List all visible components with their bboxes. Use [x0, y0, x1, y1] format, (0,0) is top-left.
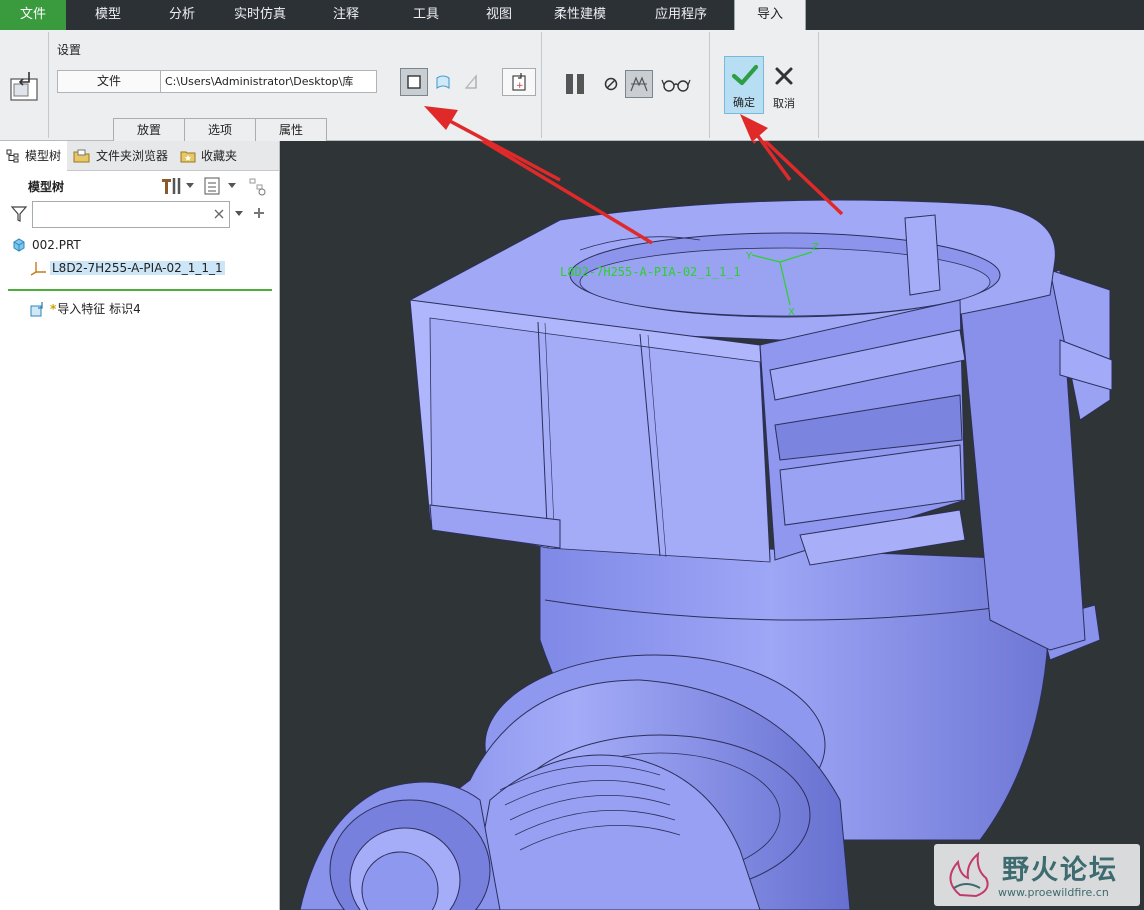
chevron-down-icon[interactable]: [228, 183, 236, 189]
watermark: 野火论坛 www.proewildfire.cn: [934, 844, 1140, 906]
solid-icon: [407, 75, 421, 89]
import-options-button[interactable]: +: [502, 68, 536, 96]
ok-button[interactable]: 确定: [724, 56, 764, 114]
tree-item-part-label: 002.PRT: [32, 238, 81, 252]
chevron-down-icon[interactable]: [186, 183, 194, 189]
tab-view[interactable]: 视图: [466, 0, 532, 30]
import-document-icon: +: [512, 73, 526, 91]
tab-applications[interactable]: 应用程序: [628, 0, 734, 30]
filter-icon[interactable]: [10, 205, 28, 223]
no-preview-button[interactable]: [597, 70, 625, 98]
tab-placement[interactable]: 放置: [113, 118, 185, 141]
solid-type-button[interactable]: [400, 68, 428, 96]
quilt-type-button[interactable]: [457, 68, 485, 96]
ribbon-separator: [541, 32, 542, 138]
glasses-icon: [661, 79, 691, 92]
add-icon[interactable]: [253, 207, 265, 219]
axis-x-label: X: [788, 307, 795, 318]
ribbon-separator: [818, 32, 819, 138]
import-icon[interactable]: [9, 70, 41, 102]
import-feature-icon: [30, 301, 43, 316]
axis-y-label: Y: [745, 251, 753, 262]
tab-analysis[interactable]: 分析: [150, 0, 214, 30]
ok-label: 确定: [733, 96, 755, 109]
tree-item-csys-label: L8D2-7H255-A-PIA-02_1_1_1: [50, 261, 225, 275]
chevron-down-icon[interactable]: [235, 211, 243, 217]
model-tree-panel: 模型树 文件夹浏览器 收藏夹 模型树 002.PRT L8D2-7H255-A-…: [0, 141, 280, 910]
part-icon: [13, 238, 25, 252]
tree-item-import-feature[interactable]: * 导入特征 标识4: [30, 300, 141, 317]
favorites-icon: [180, 151, 196, 163]
tab-model-tree-label: 模型树: [25, 149, 62, 163]
subtab-strip: 放置 选项 属性: [113, 118, 327, 141]
file-path-field[interactable]: C:\Users\Administrator\Desktop\库: [161, 70, 377, 93]
settings-group-label: 设置: [57, 43, 82, 57]
tab-options[interactable]: 选项: [184, 118, 256, 141]
axis-z-label: Z: [812, 242, 819, 253]
svg-text:+: +: [516, 81, 524, 91]
surface-icon: [436, 75, 450, 90]
geometry-preview-icon: [630, 76, 648, 92]
tree-item-part[interactable]: 002.PRT: [12, 238, 81, 252]
geometry-preview-button[interactable]: [625, 70, 653, 98]
model-view: L8D2-7H255-A-PIA-02_1_1_1 Z Y X: [299, 141, 1113, 910]
tab-favorites-label: 收藏夹: [201, 149, 238, 163]
cancel-button[interactable]: 取消: [766, 56, 802, 114]
tab-folder-browser-label: 文件夹浏览器: [96, 149, 169, 163]
search-input[interactable]: [32, 201, 230, 228]
folder-icon: [73, 149, 90, 163]
tree-filter-icon[interactable]: [248, 177, 268, 197]
tab-import[interactable]: 导入: [734, 0, 806, 30]
csys-label: L8D2-7H255-A-PIA-02_1_1_1: [560, 265, 741, 279]
verify-preview-button[interactable]: [660, 70, 692, 98]
tab-model-tree[interactable]: 模型树: [0, 141, 68, 171]
tab-folder-browser[interactable]: 文件夹浏览器: [67, 141, 174, 171]
model-tree-icon: [6, 149, 19, 163]
graphics-window[interactable]: L8D2-7H255-A-PIA-02_1_1_1 Z Y X: [281, 141, 1144, 910]
tree-item-csys[interactable]: L8D2-7H255-A-PIA-02_1_1_1: [30, 260, 225, 276]
pause-button[interactable]: [561, 70, 589, 98]
tab-flexible-modeling[interactable]: 柔性建模: [532, 0, 628, 30]
file-button[interactable]: 文件: [57, 70, 161, 93]
ribbon-separator: [709, 32, 710, 138]
tab-live-simulation[interactable]: 实时仿真: [214, 0, 306, 30]
ribbon: 设置 文件 C:\Users\Administrator\Desktop\库 +…: [0, 30, 1144, 141]
watermark-url: www.proewildfire.cn: [998, 886, 1109, 899]
checkmark-icon: [731, 64, 759, 86]
tab-file[interactable]: 文件: [0, 0, 66, 30]
quilt-icon: [464, 74, 477, 89]
panel-tabs: 模型树 文件夹浏览器 收藏夹: [0, 141, 279, 171]
tree-header: 模型树: [28, 180, 65, 194]
flame-logo-icon: [949, 851, 989, 898]
pause-icon: [566, 74, 584, 94]
ribbon-separator: [48, 32, 49, 138]
tab-model[interactable]: 模型: [66, 0, 150, 30]
tab-annotate[interactable]: 注释: [306, 0, 386, 30]
close-icon: [775, 67, 793, 85]
coordinate-system-icon: [30, 262, 46, 276]
tab-favorites[interactable]: 收藏夹: [174, 141, 243, 171]
show-columns-icon[interactable]: [203, 176, 221, 196]
tab-properties[interactable]: 属性: [255, 118, 327, 141]
insert-here-marker[interactable]: [8, 289, 272, 291]
tab-tools[interactable]: 工具: [386, 0, 466, 30]
cancel-label: 取消: [773, 97, 795, 110]
clear-icon[interactable]: [213, 208, 225, 220]
tree-settings-icon[interactable]: [160, 176, 184, 196]
menu-bar: 文件 模型 分析 实时仿真 注释 工具 视图 柔性建模 应用程序 导入: [0, 0, 1144, 30]
no-preview-icon: [604, 77, 618, 91]
tree-item-import-feature-label: 导入特征 标识4: [57, 302, 141, 316]
feature-marker: *: [50, 301, 57, 316]
surface-type-button[interactable]: [429, 68, 457, 96]
watermark-title: 野火论坛: [1002, 855, 1118, 886]
